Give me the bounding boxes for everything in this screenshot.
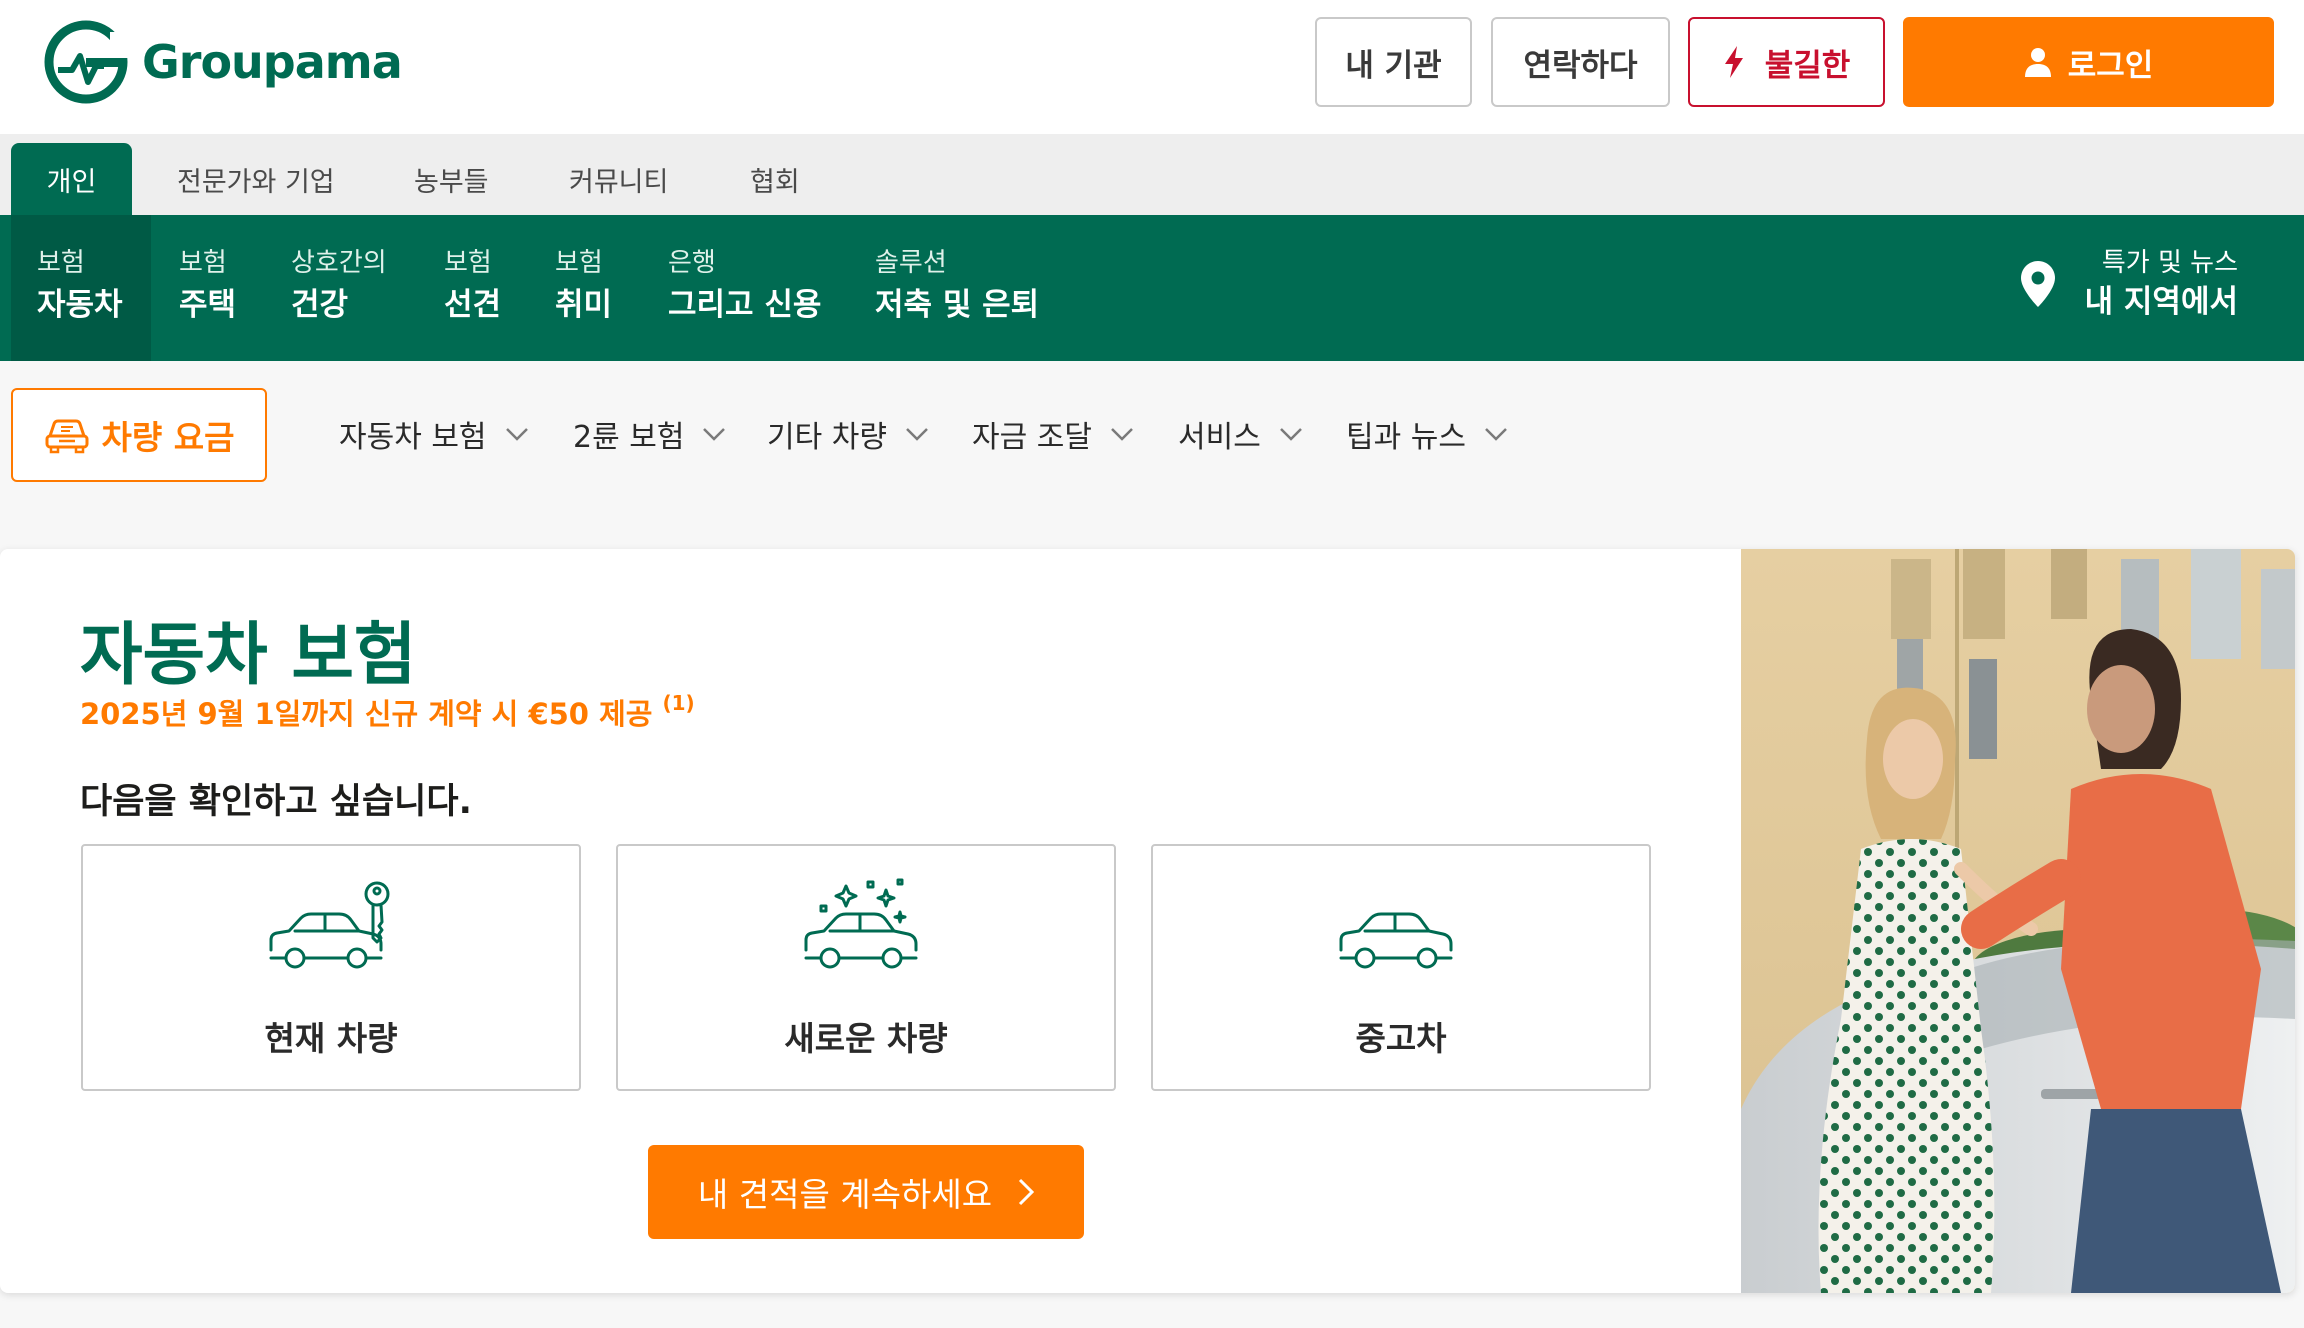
tab-communities[interactable]: 커뮤니티	[569, 143, 668, 215]
subnav-two-wheel[interactable]: 2륜 보험	[573, 409, 726, 459]
hero-card: 자동차 보험 2025년 9월 1일까지 신규 계약 시 €50 제공 (1) 다…	[0, 549, 2295, 1293]
subnav-tips-news[interactable]: 팁과 뉴스	[1346, 409, 1508, 459]
offer-banner: 2025년 9월 1일까지 신규 계약 시 €50 제공 (1)	[80, 691, 695, 733]
hero-photo	[1741, 549, 2295, 1293]
tab-farmers[interactable]: 농부들	[414, 143, 489, 215]
contact-button[interactable]: 연락하다	[1491, 17, 1670, 107]
subnav-financing[interactable]: 자금 조달	[972, 409, 1134, 459]
lightning-icon	[1724, 46, 1743, 78]
subnav-label: 기타 차량	[767, 420, 887, 455]
regional-line2: 내 지역에서	[2084, 284, 2238, 320]
segment-tabs: 개인 전문가와 기업 농부들 커뮤니티 협회	[0, 134, 2304, 215]
vehicle-quote-label: 차량 요금	[101, 418, 235, 457]
claim-button[interactable]: 불길한	[1688, 17, 1885, 107]
new-car-sparkle-icon	[804, 878, 918, 969]
subnav-label: 자금 조달	[972, 420, 1092, 455]
car-key-icon	[269, 881, 390, 969]
top-header: Groupama 내 기관 연락하다 불길한 로그인	[0, 0, 2304, 134]
regional-text: 특가 및 뉴스 내 지역에서	[2085, 245, 2238, 323]
car-icon	[1339, 912, 1453, 969]
choice-used-car[interactable]: 중고차	[1151, 844, 1651, 1091]
choice-label: 중고차	[1355, 1019, 1447, 1058]
subnav-services[interactable]: 서비스	[1178, 409, 1303, 459]
nav-item-line2: 저축 및 은퇴	[875, 287, 1040, 323]
tab-associations[interactable]: 협회	[750, 143, 800, 215]
nav-item-home[interactable]: 보험 주택	[179, 215, 236, 361]
subnav-label: 서비스	[1178, 420, 1261, 455]
my-agency-button[interactable]: 내 기관	[1315, 17, 1472, 107]
page-title: 자동차 보험	[80, 616, 417, 695]
claim-button-label: 불길한	[1764, 47, 1851, 84]
nav-item-savings[interactable]: 솔루션 저축 및 은퇴	[875, 215, 1039, 361]
nav-item-line2: 그리고 신용	[668, 287, 822, 323]
nav-item-line1: 보험	[444, 248, 492, 278]
nav-item-bank[interactable]: 은행 그리고 신용	[668, 215, 821, 361]
chevron-down-icon	[703, 428, 726, 441]
nav-item-line1: 상호간의	[291, 248, 387, 278]
regional-offers-link[interactable]: 특가 및 뉴스 내 지역에서	[2020, 245, 2238, 323]
nav-item-line2: 취미	[555, 287, 613, 323]
chevron-down-icon	[1111, 428, 1133, 441]
login-button-label: 로그인	[2067, 47, 2154, 84]
nav-item-line2: 선견	[444, 287, 502, 323]
nav-item-foresight[interactable]: 보험 선견	[444, 215, 501, 361]
car-quote-icon	[45, 419, 89, 454]
choice-current-vehicle[interactable]: 현재 차량	[81, 844, 581, 1091]
subnav-label: 팁과 뉴스	[1346, 420, 1466, 455]
chevron-right-icon	[1019, 1178, 1035, 1206]
brand-name: Groupama	[142, 35, 403, 89]
nav-item-line1: 은행	[668, 248, 716, 278]
choice-prompt: 다음을 확인하고 싶습니다.	[80, 782, 472, 822]
nav-item-line1: 솔루션	[875, 248, 947, 278]
subnav-auto-insurance[interactable]: 자동차 보험	[339, 409, 529, 459]
nav-item-line1: 보험	[37, 248, 85, 278]
subnav-label: 자동차 보험	[339, 420, 487, 455]
continue-quote-label: 내 견적을 계속하세요	[697, 1175, 993, 1214]
groupama-logo[interactable]: Groupama	[44, 20, 403, 104]
choice-label: 현재 차량	[264, 1019, 398, 1058]
user-icon	[2024, 48, 2051, 77]
subnav-label: 2륜 보험	[573, 420, 685, 455]
location-pin-icon	[2020, 261, 2055, 307]
groupama-logo-icon	[44, 20, 128, 104]
nav-item-leisure[interactable]: 보험 취미	[555, 215, 612, 361]
nav-item-line1: 보험	[179, 248, 227, 278]
nav-item-auto[interactable]: 보험 자동차	[11, 215, 151, 361]
nav-item-line2: 주택	[179, 287, 237, 323]
login-button[interactable]: 로그인	[1903, 17, 2274, 107]
nav-item-line1: 보험	[555, 248, 603, 278]
subnav-other-vehicles[interactable]: 기타 차량	[767, 409, 929, 459]
offer-text: 2025년 9월 1일까지 신규 계약 시 €50 제공	[80, 697, 653, 731]
regional-line1: 특가 및 뉴스	[2101, 248, 2238, 278]
vehicle-quote-button[interactable]: 차량 요금	[11, 388, 267, 482]
nav-item-health[interactable]: 상호간의 건강	[291, 215, 387, 361]
main-nav: 보험 자동차 보험 주택 상호간의 건강 보험 선견 보험 취미 은행 그리고 …	[0, 215, 2304, 361]
chevron-down-icon	[1485, 428, 1507, 441]
chevron-down-icon	[1279, 428, 1302, 441]
chevron-down-icon	[906, 428, 928, 441]
choice-new-vehicle[interactable]: 새로운 차량	[616, 844, 1116, 1091]
nav-item-line2: 건강	[291, 287, 349, 323]
choice-label: 새로운 차량	[784, 1019, 948, 1058]
continue-quote-button[interactable]: 내 견적을 계속하세요	[648, 1145, 1084, 1239]
nav-item-line2: 자동차	[37, 287, 123, 323]
chevron-down-icon	[505, 428, 528, 441]
tab-individuals[interactable]: 개인	[11, 143, 132, 215]
tab-professionals[interactable]: 전문가와 기업	[177, 143, 335, 215]
sub-nav: 차량 요금 자동차 보험 2륜 보험 기타 차량 자금 조달 서비스 팁과 뉴스	[0, 361, 2304, 511]
offer-footnote[interactable]: (1)	[662, 691, 694, 715]
